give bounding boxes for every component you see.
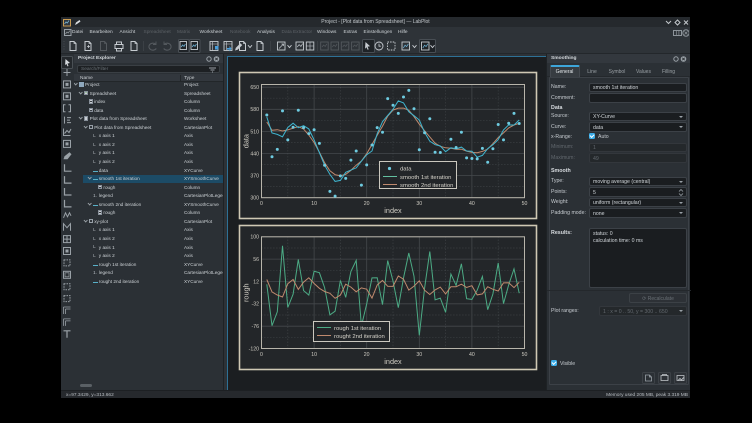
svg-text:-32: -32: [252, 302, 260, 308]
svg-text:30: 30: [416, 352, 422, 358]
svg-text:data: data: [242, 133, 251, 148]
svg-text:10: 10: [311, 352, 317, 358]
svg-text:0: 0: [260, 352, 263, 358]
svg-text:-76: -76: [252, 324, 260, 330]
svg-text:data: data: [400, 167, 412, 173]
svg-text:40: 40: [469, 352, 475, 358]
svg-text:20: 20: [364, 352, 370, 358]
svg-text:100: 100: [250, 235, 259, 241]
svg-text:10: 10: [311, 201, 317, 207]
svg-text:650: 650: [250, 85, 259, 91]
svg-text:rough: rough: [242, 283, 251, 302]
svg-text:index: index: [384, 206, 402, 215]
svg-text:370: 370: [250, 174, 259, 180]
svg-text:0: 0: [260, 201, 263, 207]
svg-text:50: 50: [522, 352, 528, 358]
svg-text:rought 2nd iteration: rought 2nd iteration: [334, 334, 385, 340]
svg-text:510: 510: [250, 129, 259, 135]
svg-text:40: 40: [469, 201, 475, 207]
svg-text:12: 12: [253, 279, 259, 285]
svg-text:50: 50: [522, 201, 528, 207]
svg-text:440: 440: [250, 151, 259, 157]
svg-text:56: 56: [253, 257, 259, 263]
svg-text:smooth 1st iteration: smooth 1st iteration: [400, 175, 451, 181]
svg-text:rough 1st iteration: rough 1st iteration: [334, 326, 381, 332]
svg-text:580: 580: [250, 107, 259, 113]
svg-text:300: 300: [250, 196, 259, 202]
svg-text:30: 30: [416, 201, 422, 207]
svg-text:-120: -120: [249, 346, 259, 352]
svg-text:smooth 2nd iteration: smooth 2nd iteration: [400, 183, 453, 189]
svg-text:20: 20: [364, 201, 370, 207]
svg-text:index: index: [384, 357, 402, 366]
